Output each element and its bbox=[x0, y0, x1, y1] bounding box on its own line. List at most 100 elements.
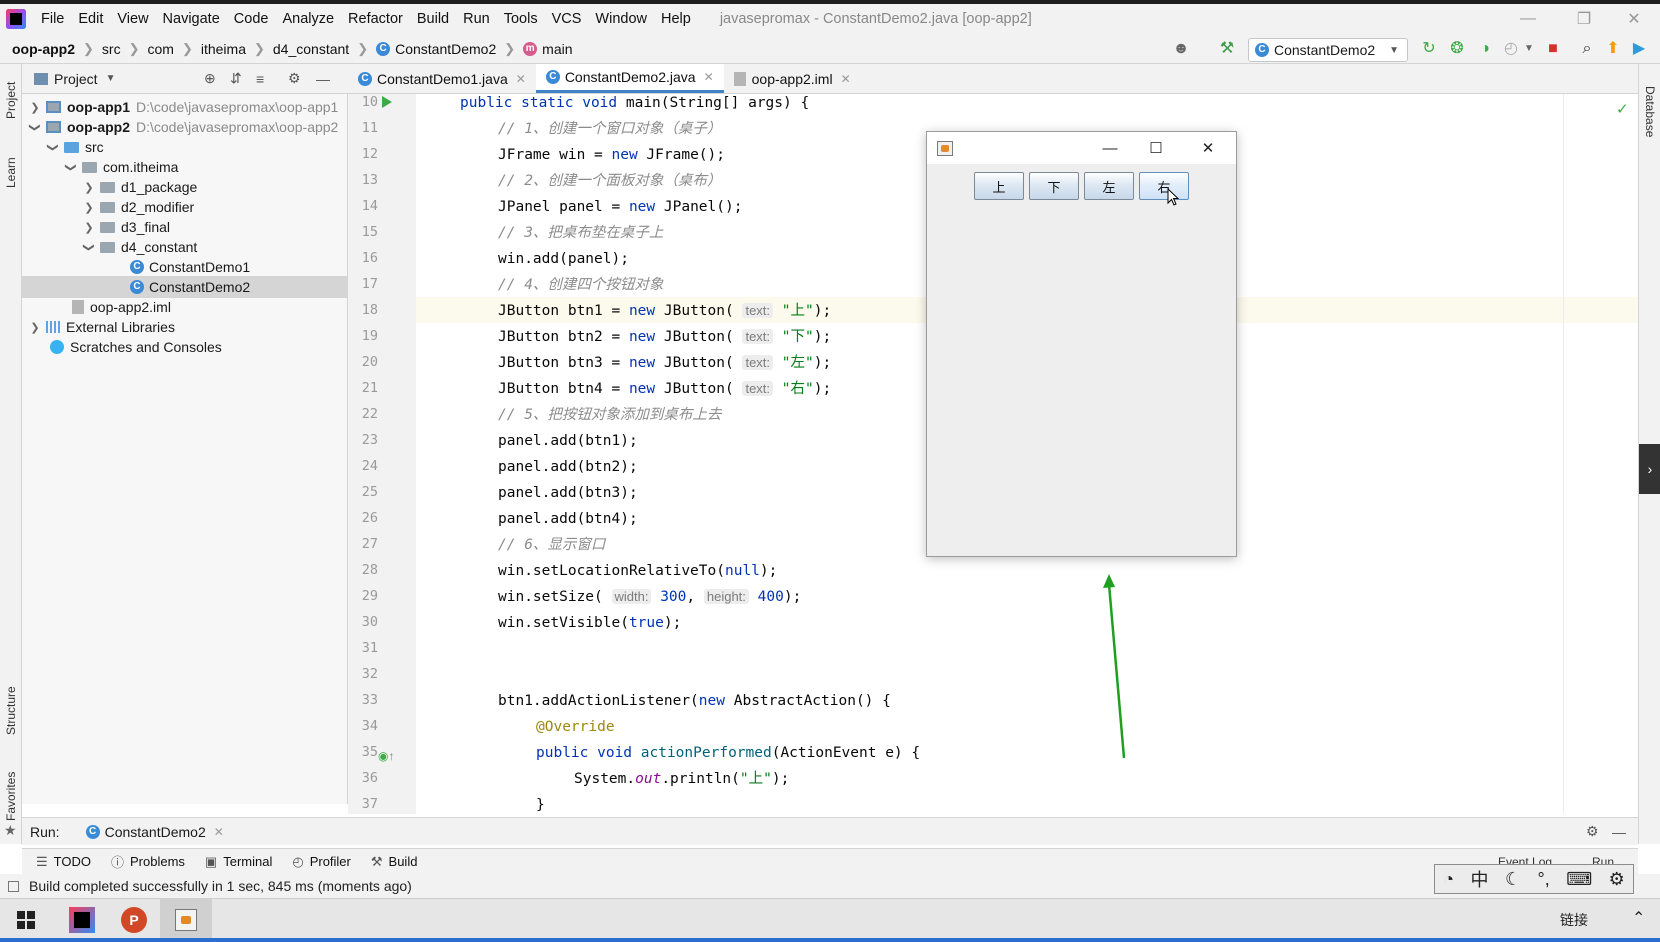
breadcrumb-itheima[interactable]: itheima bbox=[197, 41, 250, 57]
chevron-down-icon[interactable]: ❯ bbox=[29, 120, 42, 134]
run-main-gutter-icon[interactable] bbox=[382, 96, 392, 108]
tree-item-d4-constant[interactable]: ❯ d4_constant bbox=[22, 236, 348, 258]
menu-window[interactable]: Window bbox=[588, 11, 654, 27]
terminal-tool-button[interactable]: ▣ Terminal bbox=[205, 854, 272, 870]
project-tool-tab[interactable]: Project bbox=[0, 70, 22, 130]
breadcrumb-method[interactable]: m main bbox=[519, 41, 576, 57]
chevron-right-icon[interactable]: ❯ bbox=[28, 101, 42, 114]
menu-refactor[interactable]: Refactor bbox=[341, 11, 410, 27]
todo-tool-button[interactable]: ☰ TODO bbox=[36, 854, 91, 870]
jframe-window[interactable]: — ☐ ✕ 上 下 左 右 bbox=[926, 131, 1237, 557]
punctuation-icon[interactable]: °, bbox=[1538, 869, 1550, 890]
chevron-right-icon[interactable]: ❯ bbox=[82, 221, 96, 234]
chevron-up-icon[interactable]: ⌃ bbox=[1632, 908, 1645, 928]
menu-run[interactable]: Run bbox=[456, 11, 497, 27]
database-tool-tab[interactable]: Database bbox=[1639, 72, 1660, 152]
close-icon[interactable]: ✕ bbox=[704, 70, 714, 84]
tree-item-d3-final[interactable]: ❯ d3_final bbox=[22, 216, 348, 238]
jbutton-right[interactable]: 右 bbox=[1139, 172, 1189, 200]
tree-item-external-libraries[interactable]: ❯ External Libraries bbox=[22, 316, 348, 338]
tab-oop-app2-iml[interactable]: oop-app2.iml ✕ bbox=[724, 64, 861, 93]
close-icon[interactable]: ✕ bbox=[841, 72, 851, 86]
taskbar-powerpoint[interactable]: P bbox=[108, 899, 160, 941]
gear-icon[interactable]: ⚙ bbox=[1609, 869, 1625, 890]
jframe-title-bar[interactable]: — ☐ ✕ bbox=[927, 132, 1236, 164]
profile-icon[interactable]: ◴ bbox=[1502, 40, 1520, 58]
ime-logo-icon[interactable]: ◔ bbox=[1443, 869, 1454, 890]
taskbar-java[interactable] bbox=[160, 899, 212, 941]
jbutton-left[interactable]: 左 bbox=[1084, 172, 1134, 200]
build-hammer-icon[interactable]: ⚒ bbox=[1218, 40, 1236, 58]
chevron-down-icon[interactable]: ❯ bbox=[65, 160, 78, 174]
build-tool-button[interactable]: ⚒ Build bbox=[371, 854, 418, 870]
jframe-maximize-button[interactable]: ☐ bbox=[1133, 132, 1179, 164]
breadcrumb-com[interactable]: com bbox=[143, 41, 177, 57]
tree-item-oop-app2[interactable]: ❯ oop-app2 D:\code\javasepromax\oop-app2 bbox=[22, 116, 348, 138]
menu-build[interactable]: Build bbox=[410, 11, 456, 27]
chevron-down-icon[interactable]: ❯ bbox=[47, 140, 60, 154]
user-icon[interactable]: ☻ bbox=[1172, 40, 1190, 58]
favorites-tool-tab[interactable]: Favorites bbox=[0, 764, 22, 828]
tree-item-constantdemo1[interactable]: C ConstantDemo1 bbox=[22, 256, 348, 278]
close-window-button[interactable]: ✕ bbox=[1612, 4, 1656, 34]
learn-tool-tab[interactable]: Learn bbox=[0, 148, 22, 198]
menu-code[interactable]: Code bbox=[227, 11, 276, 27]
gear-icon[interactable]: ⚙ bbox=[288, 70, 301, 87]
jframe-close-button[interactable]: ✕ bbox=[1185, 132, 1231, 164]
menu-view[interactable]: View bbox=[110, 11, 155, 27]
hide-panel-icon[interactable]: — bbox=[1612, 824, 1626, 840]
menu-tools[interactable]: Tools bbox=[497, 11, 545, 27]
tree-item-oop-app1[interactable]: ❯ oop-app1 D:\code\javasepromax\oop-app1 bbox=[22, 96, 348, 118]
override-gutter-icon[interactable]: ◉↑ bbox=[378, 749, 394, 763]
locate-target-icon[interactable]: ⊕ bbox=[204, 70, 216, 87]
tab-constantdemo1[interactable]: C ConstantDemo1.java ✕ bbox=[348, 64, 536, 93]
structure-tool-tab[interactable]: Structure bbox=[0, 676, 22, 746]
tree-item-scratches[interactable]: Scratches and Consoles bbox=[22, 336, 348, 358]
debug-bug-icon[interactable]: ❂ bbox=[1448, 40, 1466, 58]
problems-tool-button[interactable]: ⓘ Problems bbox=[111, 852, 185, 871]
stop-icon[interactable]: ■ bbox=[1544, 40, 1562, 58]
breadcrumb-d4-constant[interactable]: d4_constant bbox=[269, 41, 353, 57]
menu-help[interactable]: Help bbox=[654, 11, 698, 27]
search-icon[interactable]: ⌕ bbox=[1578, 40, 1596, 58]
tab-constantdemo2[interactable]: C ConstantDemo2.java ✕ bbox=[535, 64, 724, 93]
chevron-down-icon[interactable]: ❯ bbox=[83, 240, 96, 254]
chevron-right-icon[interactable]: ❯ bbox=[82, 201, 96, 214]
chevron-down-icon[interactable]: ▼ bbox=[106, 73, 116, 84]
tree-item-src[interactable]: ❯ src bbox=[22, 136, 348, 158]
tree-item-constantdemo2[interactable]: C ConstantDemo2 bbox=[22, 276, 348, 298]
hide-panel-icon[interactable]: — bbox=[316, 71, 330, 87]
close-icon[interactable]: ✕ bbox=[516, 72, 526, 86]
breadcrumb-class[interactable]: C ConstantDemo2 bbox=[372, 41, 500, 57]
tray-link-label[interactable]: 链接 bbox=[1560, 910, 1588, 930]
tree-item-d1-package[interactable]: ❯ d1_package bbox=[22, 176, 348, 198]
keyboard-icon[interactable]: ⌨ bbox=[1566, 869, 1592, 890]
run-configuration-select[interactable]: C ConstantDemo2 ▼ bbox=[1248, 38, 1408, 62]
jbutton-down[interactable]: 下 bbox=[1029, 172, 1079, 200]
breadcrumb-src[interactable]: src bbox=[98, 41, 125, 57]
pin-star-icon[interactable]: ★ bbox=[4, 822, 17, 839]
chevron-down-icon[interactable]: ▼ bbox=[1520, 40, 1538, 58]
ime-toolbar[interactable]: ◔ 中 ☾ °, ⌨ ⚙ bbox=[1434, 864, 1634, 894]
minimize-window-button[interactable]: — bbox=[1506, 4, 1550, 34]
gear-icon[interactable]: ⚙ bbox=[1586, 823, 1599, 840]
tree-item-com-itheima[interactable]: ❯ com.itheima bbox=[22, 156, 348, 178]
rerun-icon[interactable]: ↻ bbox=[1420, 40, 1438, 58]
run-tab-label[interactable]: ConstantDemo2 bbox=[105, 824, 206, 840]
collapse-all-icon[interactable]: ≡ bbox=[256, 71, 264, 87]
close-icon[interactable]: ✕ bbox=[214, 825, 224, 839]
project-panel-title[interactable]: Project bbox=[54, 71, 98, 87]
expand-all-icon[interactable]: ⇵ bbox=[230, 70, 242, 87]
ime-mode-toggle[interactable]: 中 bbox=[1471, 866, 1489, 892]
windows-start-button[interactable] bbox=[0, 899, 52, 941]
menu-edit[interactable]: Edit bbox=[71, 11, 110, 27]
menu-vcs[interactable]: VCS bbox=[545, 11, 589, 27]
tree-item-oop-app2-iml[interactable]: oop-app2.iml bbox=[22, 296, 348, 318]
tree-item-d2-modifier[interactable]: ❯ d2_modifier bbox=[22, 196, 348, 218]
update-icon[interactable]: ⬆ bbox=[1604, 40, 1622, 58]
moon-icon[interactable]: ☾ bbox=[1505, 869, 1521, 890]
taskbar-intellij[interactable] bbox=[56, 899, 108, 941]
restore-window-button[interactable]: ❐ bbox=[1562, 4, 1606, 34]
jbutton-up[interactable]: 上 bbox=[974, 172, 1024, 200]
jframe-minimize-button[interactable]: — bbox=[1087, 132, 1133, 164]
